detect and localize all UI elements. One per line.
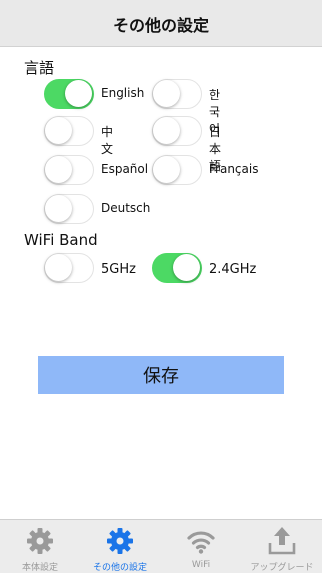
nav-header: その他の設定 xyxy=(0,0,322,47)
language-section-label: 言語 xyxy=(24,59,55,77)
german-switch[interactable] xyxy=(44,194,94,224)
switch-knob xyxy=(45,195,72,222)
switch-knob xyxy=(45,254,72,281)
switch-knob xyxy=(153,156,180,183)
switch-knob xyxy=(153,80,180,107)
tab-label: アップグレード xyxy=(250,563,314,573)
gear-icon xyxy=(107,528,133,554)
tab-wifi[interactable]: WiFi xyxy=(161,520,241,573)
tab-label: 本体設定 xyxy=(21,563,58,573)
tab-bar: 本体設定 その他の設定 WiFi アップグレード xyxy=(0,519,322,573)
french-label: Français xyxy=(209,162,259,176)
tab-other-settings[interactable]: その他の設定 xyxy=(80,520,160,573)
english-switch[interactable] xyxy=(44,79,94,109)
5ghz-switch[interactable] xyxy=(44,253,94,283)
chinese-label: 中文 xyxy=(101,125,114,156)
gear-icon xyxy=(27,528,53,554)
german-label: Deutsch xyxy=(101,201,151,215)
upload-icon xyxy=(268,527,296,555)
switch-knob xyxy=(45,156,72,183)
page-title: その他の設定 xyxy=(112,16,209,35)
french-switch[interactable] xyxy=(152,155,202,185)
japanese-switch[interactable] xyxy=(152,116,202,146)
switch-knob xyxy=(173,254,200,281)
wifi-icon xyxy=(187,531,215,554)
switch-knob xyxy=(65,80,92,107)
english-label: English xyxy=(101,86,145,100)
tab-upgrade[interactable]: アップグレード xyxy=(242,520,322,573)
tab-label: その他の設定 xyxy=(92,563,147,573)
save-button[interactable]: 保存 xyxy=(38,356,284,394)
24ghz-switch[interactable] xyxy=(152,253,202,283)
korean-switch[interactable] xyxy=(152,79,202,109)
tab-label: WiFi xyxy=(191,560,211,570)
5ghz-label: 5GHz xyxy=(101,262,136,277)
wifi-band-section-label: WiFi Band xyxy=(24,231,98,249)
spanish-switch[interactable] xyxy=(44,155,94,185)
24ghz-label: 2.4GHz xyxy=(209,262,257,277)
switch-knob xyxy=(153,117,180,144)
tab-device-settings[interactable]: 本体設定 xyxy=(0,520,80,573)
switch-knob xyxy=(45,117,72,144)
spanish-label: Español xyxy=(101,162,149,176)
chinese-switch[interactable] xyxy=(44,116,94,146)
